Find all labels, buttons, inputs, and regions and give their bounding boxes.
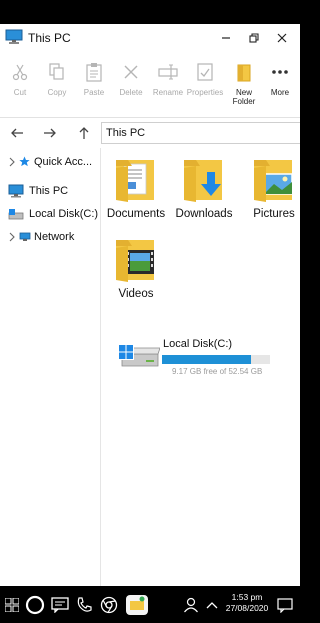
address-bar[interactable]: This PC: [101, 122, 300, 144]
new-folder-label: New Folder: [232, 88, 256, 106]
window-title: This PC: [28, 31, 71, 45]
drive-free-space: 9.17 GB free of 52.54 GB: [172, 367, 263, 376]
folder-label-videos: Videos: [118, 288, 154, 300]
copy-icon: [45, 60, 69, 84]
videos-folder-icon: [116, 240, 154, 282]
chevron-up-icon[interactable]: [204, 594, 220, 616]
network-icon: [19, 232, 31, 241]
sidebar-label-network: Network: [34, 231, 75, 243]
new-folder-button[interactable]: New Folder: [224, 56, 264, 114]
paste-button[interactable]: Paste: [74, 56, 114, 114]
folder-label-documents: Documents: [106, 208, 166, 220]
paste-label: Paste: [83, 88, 105, 97]
taskbar: 1:53 pm 27/08/2020: [0, 586, 300, 623]
minimize-button[interactable]: [216, 29, 236, 47]
more-dots-icon: [268, 60, 292, 84]
back-button[interactable]: [8, 124, 26, 142]
properties-label: Properties: [186, 88, 224, 97]
title-bar: This PC: [0, 24, 300, 52]
folder-item-pictures[interactable]: Pictures: [244, 156, 304, 221]
rename-icon: [156, 60, 180, 84]
folder-item-videos[interactable]: Videos: [106, 236, 166, 301]
copy-button[interactable]: Copy: [37, 56, 77, 114]
phone-icon[interactable]: [74, 594, 94, 616]
close-button[interactable]: [272, 29, 292, 47]
chat-icon[interactable]: [50, 594, 70, 616]
new-folder-icon: [232, 60, 256, 84]
up-button[interactable]: [75, 124, 93, 142]
clock-time: 1:53 pm: [231, 592, 263, 602]
folder-item-downloads[interactable]: Downloads: [174, 156, 234, 221]
content-pane: Documents Downloads Pictures Videos Loca…: [102, 148, 300, 586]
folder-label-pictures: Pictures: [253, 208, 295, 220]
sidebar-label-local-disk: Local Disk(C:): [29, 208, 99, 220]
folder-label-downloads: Downloads: [175, 208, 233, 220]
windows-start-icon[interactable]: [4, 594, 20, 616]
scissors-icon: [8, 60, 32, 84]
navigation-bar: This PC: [0, 120, 300, 146]
folder-item-documents[interactable]: Documents: [106, 156, 166, 221]
pictures-folder-icon: [254, 160, 293, 202]
properties-button[interactable]: Properties: [185, 56, 225, 114]
chevron-right-icon[interactable]: [8, 157, 16, 167]
drive-usage-bar: [162, 355, 270, 364]
rename-label: Rename: [152, 88, 184, 97]
more-button[interactable]: More: [260, 56, 300, 114]
chevron-right-icon[interactable]: [8, 232, 16, 242]
drive-icon: [8, 209, 24, 220]
forward-button[interactable]: [41, 124, 59, 142]
copy-label: Copy: [47, 88, 67, 97]
navigation-pane: Quick Acc... This PC Local Disk(C:) Netw…: [0, 148, 101, 586]
chrome-browser-icon[interactable]: [98, 594, 120, 616]
cut-label: Cut: [13, 88, 27, 97]
more-label: More: [270, 88, 290, 97]
cortana-circle-icon[interactable]: [24, 594, 46, 616]
drive-usage-fill: [162, 355, 252, 364]
ribbon-toolbar: Cut Copy Paste Delete Rename Properties …: [0, 54, 300, 118]
delete-label: Delete: [119, 88, 143, 97]
restore-button[interactable]: [244, 29, 264, 47]
downloads-folder-icon: [184, 160, 222, 202]
delete-x-icon: [119, 60, 143, 84]
drive-label: Local Disk(C:): [163, 338, 233, 350]
cut-button[interactable]: Cut: [0, 56, 40, 114]
this-pc-icon: [5, 29, 23, 50]
star-icon: [19, 156, 30, 167]
rename-button[interactable]: Rename: [148, 56, 188, 114]
delete-button[interactable]: Delete: [111, 56, 151, 114]
system-clock[interactable]: 1:53 pm 27/08/2020: [224, 592, 270, 614]
user-account-icon[interactable]: [182, 594, 200, 616]
clock-date: 27/08/2020: [225, 603, 269, 613]
clipboard-icon: [82, 60, 106, 84]
properties-icon: [193, 60, 217, 84]
sidebar-label-quick-access: Quick Acc...: [34, 156, 93, 168]
documents-folder-icon: [116, 160, 154, 202]
drive-item-local-disk[interactable]: Local Disk(C:) 9.17 GB free of 52.54 GB: [114, 338, 294, 378]
sidebar-label-this-pc: This PC: [29, 185, 69, 197]
local-disk-icon: [118, 344, 160, 367]
this-pc-icon: [8, 184, 24, 198]
file-explorer-window: This PC Cut Copy Paste Delete Rename Pro…: [0, 24, 300, 586]
file-explorer-app-icon[interactable]: [124, 594, 150, 616]
notification-icon[interactable]: [276, 594, 294, 616]
